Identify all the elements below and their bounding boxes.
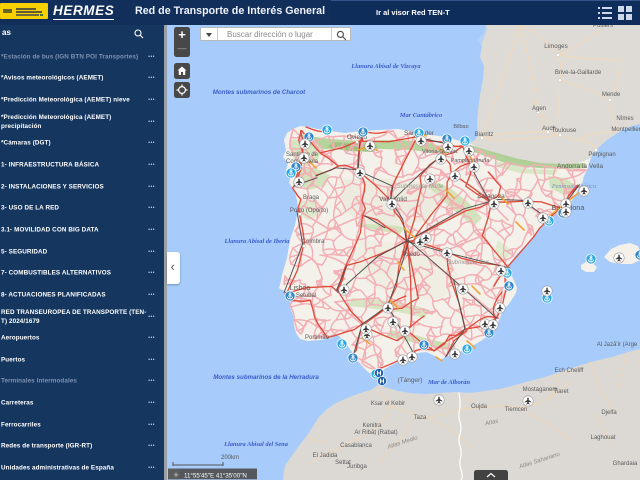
svg-text:Limoges: Limoges (544, 43, 567, 50)
svg-text:Porto (Oporto): Porto (Oporto) (290, 208, 328, 214)
svg-text:El Jadida: El Jadida (313, 453, 338, 459)
svg-text:Braga: Braga (303, 195, 320, 201)
svg-text:Oujda: Oujda (471, 404, 488, 410)
svg-text:Coimbra: Coimbra (302, 239, 325, 245)
svg-text:Llanura Abisal de Iberia: Llanura Abisal de Iberia (224, 238, 291, 245)
svg-text:Península Ibérica: Península Ibérica (551, 183, 596, 190)
svg-text:Al Jazā'ir (Arge: Al Jazā'ir (Arge (597, 342, 638, 348)
svg-text:Mostaganem: Mostaganem (523, 387, 558, 393)
svg-text:Poitiers: Poitiers (593, 25, 613, 29)
svg-text:Toledo: Toledo (402, 252, 420, 258)
svg-text:Tiaret: Tiaret (553, 389, 568, 395)
svg-text:200km: 200km (221, 455, 239, 461)
svg-text:✛: ✛ (173, 472, 178, 479)
svg-text:(Tánger): (Tánger) (398, 377, 423, 384)
svg-text:Laghouat: Laghouat (590, 435, 615, 441)
svg-text:Toulouse: Toulouse (552, 127, 577, 134)
svg-text:11°55'45"E 41°35'00"N: 11°55'45"E 41°35'00"N (184, 473, 247, 480)
svg-text:Llanura Abisal del Sena: Llanura Abisal del Sena (223, 441, 289, 448)
svg-text:Kenitra: Kenitra (362, 423, 382, 429)
svg-text:Tiemcen: Tiemcen (505, 407, 528, 413)
svg-text:Mar Cantábrico: Mar Cantábrico (399, 112, 442, 119)
svg-text:Ech Cheliff: Ech Cheliff (555, 368, 584, 374)
svg-text:Mende: Mende (602, 92, 621, 98)
svg-text:Zaragoza: Zaragoza (477, 193, 505, 200)
svg-text:Biarritz: Biarritz (475, 132, 494, 138)
svg-text:Submeseta Sur: Submeseta Sur (447, 260, 489, 266)
svg-text:Llanura Abisal de Vizcaya: Llanura Abisal de Vizcaya (350, 63, 421, 70)
svg-text:Submeseta Norte: Submeseta Norte (397, 184, 444, 190)
svg-text:Ar Ribāṭ (Rabat): Ar Ribāṭ (Rabat) (354, 430, 397, 436)
svg-text:Perpignan: Perpignan (588, 152, 615, 158)
svg-text:Djelfa: Djelfa (601, 410, 617, 416)
svg-text:Setúbal: Setúbal (296, 293, 316, 299)
svg-text:Taza: Taza (414, 415, 427, 421)
svg-text:Bilbao: Bilbao (453, 124, 468, 130)
svg-text:Ghardaia: Ghardaia (613, 461, 638, 467)
svg-text:Ksar el Kebir: Ksar el Kebir (371, 401, 405, 407)
svg-text:Brive-la-Gaillarde: Brive-la-Gaillarde (555, 70, 602, 76)
svg-text:Juribga: Juribga (347, 464, 367, 470)
svg-text:Casablanca: Casablanca (340, 443, 372, 449)
svg-text:Portimão: Portimão (305, 335, 330, 341)
svg-text:Lisboa: Lisboa (290, 285, 311, 292)
svg-text:Agen: Agen (532, 106, 546, 112)
svg-text:Montpellier: Montpellier (611, 127, 640, 133)
svg-text:Nîmes: Nîmes (616, 116, 633, 122)
svg-text:Andorra la Vella: Andorra la Vella (557, 163, 603, 170)
svg-text:Montes submarinos de la Herrad: Montes submarinos de la Herradura (213, 374, 319, 381)
svg-text:Montes submarinos de Charcot: Montes submarinos de Charcot (213, 89, 306, 96)
svg-text:Mar de Alborán: Mar de Alborán (427, 379, 470, 386)
